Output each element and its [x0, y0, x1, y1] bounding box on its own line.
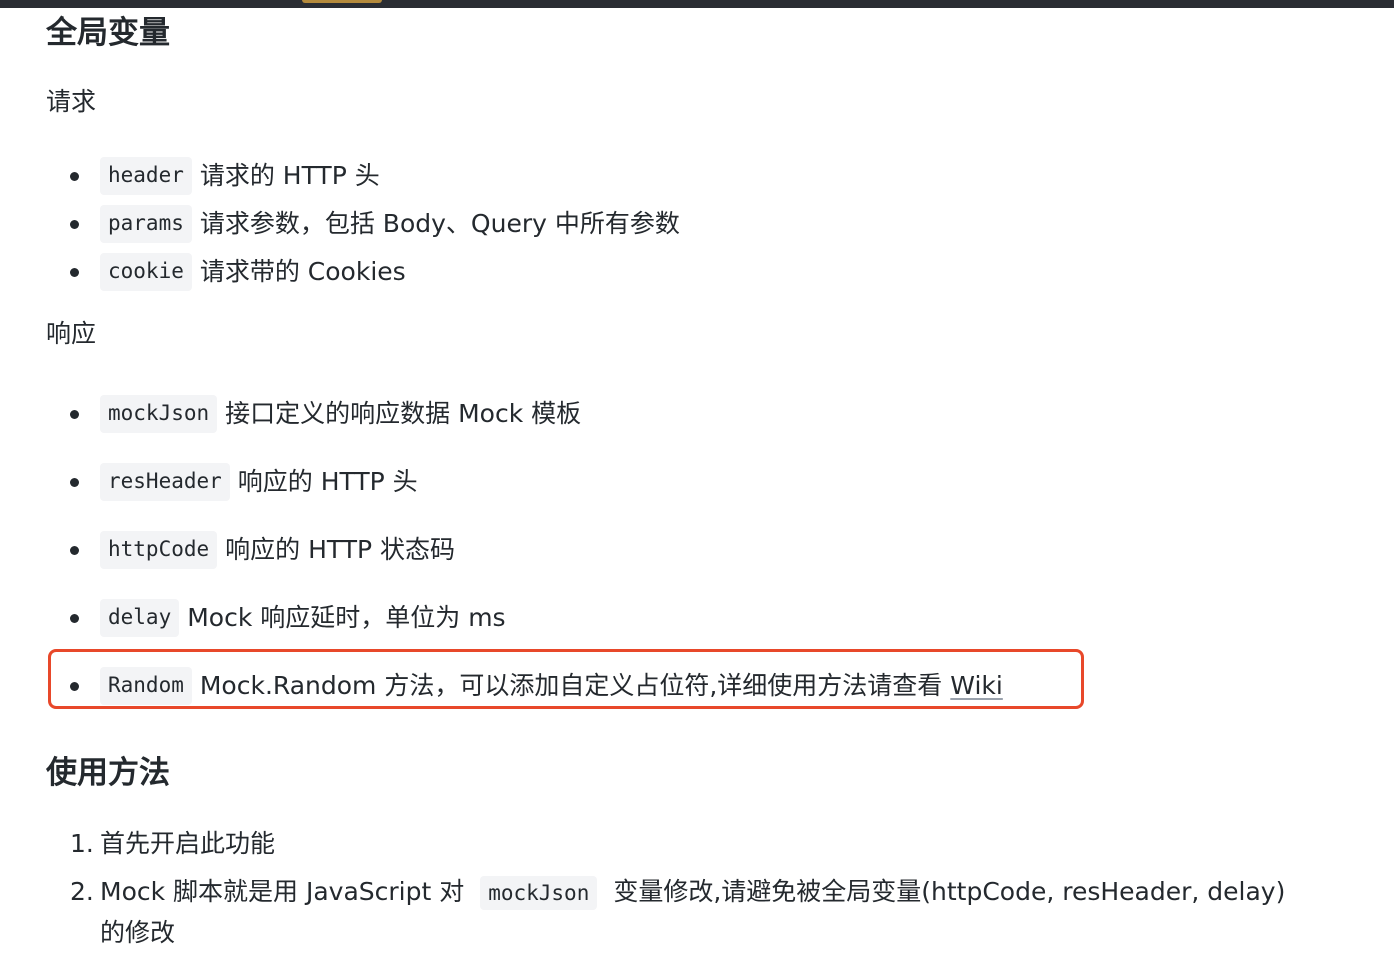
step-number: 1.: [70, 829, 94, 858]
code-resheader: resHeader: [100, 463, 230, 501]
step-text-wrap: 的修改: [100, 918, 176, 947]
item-description: 响应的 HTTP 状态码: [225, 534, 456, 564]
request-var-list: header 请求的 HTTP 头 params 请求参数，包括 Body、Qu…: [46, 152, 1346, 296]
list-item: cookie 请求带的 Cookies: [46, 248, 1346, 296]
list-item: resHeader 响应的 HTTP 头: [46, 448, 1346, 516]
list-item: params 请求参数，包括 Body、Query 中所有参数: [46, 200, 1346, 248]
code-cookie: cookie: [100, 253, 192, 291]
code-mockjson-inline: mockJson: [480, 876, 598, 910]
item-description: 响应的 HTTP 头: [237, 466, 418, 496]
list-item: delay Mock 响应延时，单位为 ms: [46, 584, 1346, 652]
step-text: 首先开启此功能: [100, 829, 276, 858]
item-description: Mock 响应延时，单位为 ms: [187, 602, 506, 632]
request-label: 请求: [46, 87, 97, 116]
code-delay: delay: [100, 599, 180, 637]
step-text-after: 变量修改,请避免被全局变量(httpCode, resHeader, delay…: [613, 877, 1286, 906]
list-item: header 请求的 HTTP 头: [46, 152, 1346, 200]
list-item: httpCode 响应的 HTTP 状态码: [46, 516, 1346, 584]
item-description: 请求的 HTTP 头: [199, 160, 380, 190]
highlight-annotation-box: [48, 649, 1084, 709]
item-description: 接口定义的响应数据 Mock 模板: [225, 398, 582, 428]
bullet-icon: [70, 477, 79, 487]
list-item: 1. 首先开启此功能: [46, 824, 1356, 864]
bullet-icon: [70, 171, 79, 181]
bullet-icon: [70, 267, 79, 277]
section-title-usage: 使用方法: [46, 755, 170, 791]
section-title-globals: 全局变量: [46, 15, 170, 51]
item-description: 请求带的 Cookies: [199, 256, 406, 286]
code-header: header: [100, 157, 192, 195]
bullet-icon: [70, 409, 79, 419]
bullet-icon: [70, 613, 79, 623]
code-httpcode: httpCode: [100, 531, 218, 569]
item-description: 请求参数，包括 Body、Query 中所有参数: [199, 208, 680, 238]
code-params: params: [100, 205, 192, 243]
list-item: mockJson 接口定义的响应数据 Mock 模板: [46, 380, 1346, 448]
bullet-icon: [70, 545, 79, 555]
list-item: 2. Mock 脚本就是用 JavaScript 对 mockJson 变量修改…: [46, 872, 1356, 953]
bullet-icon: [70, 219, 79, 229]
response-label: 响应: [46, 319, 97, 348]
top-toolbar-strip: [0, 0, 1394, 8]
step-number: 2.: [70, 877, 94, 906]
code-mockjson: mockJson: [100, 395, 218, 433]
usage-steps-list: 1. 首先开启此功能 2. Mock 脚本就是用 JavaScript 对 mo…: [46, 824, 1356, 953]
active-tab-indicator: [302, 0, 382, 3]
step-text-before: Mock 脚本就是用 JavaScript 对: [100, 877, 465, 906]
